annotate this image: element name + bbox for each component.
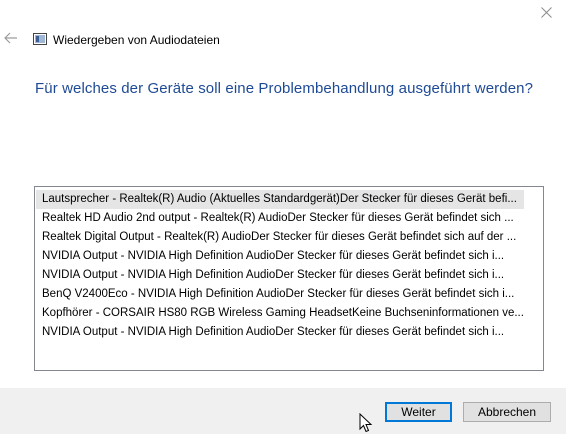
page-heading: Für welches der Geräte soll eine Problem…	[35, 80, 534, 97]
back-arrow-icon	[4, 32, 17, 44]
device-list-item[interactable]: Kopfhörer - CORSAIR HS80 RGB Wireless Ga…	[36, 304, 524, 323]
device-list-item[interactable]: Realtek Digital Output - Realtek(R) Audi…	[36, 228, 524, 247]
device-list-item[interactable]: Lautsprecher - Realtek(R) Audio (Aktuell…	[36, 190, 524, 209]
mouse-cursor-icon	[359, 413, 373, 433]
next-button[interactable]: Weiter	[385, 402, 452, 422]
device-list-item[interactable]: NVIDIA Output - NVIDIA High Definition A…	[36, 266, 524, 285]
troubleshooter-app-icon	[33, 33, 47, 45]
device-list-item[interactable]: BenQ V2400Eco - NVIDIA High Definition A…	[36, 285, 524, 304]
back-button[interactable]	[4, 31, 18, 45]
cancel-button[interactable]: Abbrechen	[463, 402, 551, 422]
close-button[interactable]	[526, 0, 566, 24]
device-list-item[interactable]: NVIDIA Output - NVIDIA High Definition A…	[36, 247, 524, 266]
window-title: Wiedergeben von Audiodateien	[53, 33, 220, 47]
device-list-item[interactable]: NVIDIA Output - NVIDIA High Definition A…	[36, 323, 524, 342]
device-list[interactable]: Lautsprecher - Realtek(R) Audio (Aktuell…	[34, 186, 544, 371]
close-icon	[540, 6, 552, 18]
device-list-item[interactable]: Realtek HD Audio 2nd output - Realtek(R)…	[36, 209, 524, 228]
title-bar	[0, 0, 566, 28]
